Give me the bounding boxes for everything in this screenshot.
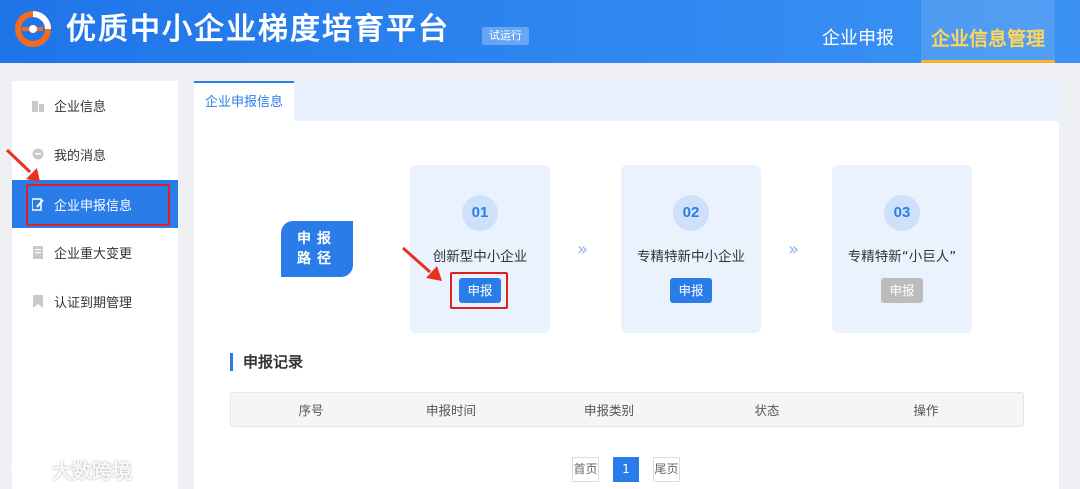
sidebar-item-cert-expiry[interactable]: 认证到期管理 bbox=[12, 277, 178, 325]
records-table-header: 序号 申报时间 申报类别 状态 操作 bbox=[230, 392, 1024, 427]
watermark-text: 大数跨境 bbox=[52, 459, 132, 483]
step-number: 02 bbox=[673, 195, 709, 231]
records-title: 申报记录 bbox=[230, 353, 303, 371]
highlight-box bbox=[26, 184, 170, 226]
column-header: 申报时间 bbox=[425, 403, 476, 418]
chevron-right-icon: » bbox=[577, 239, 588, 260]
trial-badge: 试运行 bbox=[482, 27, 529, 45]
step-number: 01 bbox=[462, 195, 498, 231]
step-number: 03 bbox=[884, 195, 920, 231]
column-header: 状态 bbox=[754, 403, 780, 418]
red-arrow-icon bbox=[5, 148, 40, 182]
watermark-logo-icon bbox=[11, 461, 45, 478]
sidebar-item-enterprise-info[interactable]: 企业信息 bbox=[12, 81, 178, 129]
sidebar-item-label: 企业重大变更 bbox=[54, 246, 133, 262]
apply-button[interactable]: 申报 bbox=[459, 278, 501, 303]
card-specialized-sme: 02 专精特新中小企业 申报 bbox=[621, 165, 761, 333]
nav-enterprise-info-management[interactable]: 企业信息管理 bbox=[921, 0, 1055, 63]
platform-logo-icon bbox=[15, 11, 51, 47]
nav-enterprise-report[interactable]: 企业申报 bbox=[822, 0, 894, 63]
column-header: 序号 bbox=[298, 403, 324, 418]
sidebar-item-label: 我的消息 bbox=[54, 148, 107, 164]
sidebar-item-label: 认证到期管理 bbox=[54, 295, 133, 311]
sidebar-item-major-changes[interactable]: 企业重大变更 bbox=[12, 228, 178, 276]
apply-button[interactable]: 申报 bbox=[670, 278, 712, 303]
bookmark-icon bbox=[33, 294, 43, 308]
chevron-right-icon: » bbox=[788, 239, 799, 260]
sidebar-item-label: 企业信息 bbox=[54, 99, 107, 115]
red-arrow-icon bbox=[402, 246, 442, 281]
column-header: 操作 bbox=[913, 403, 939, 418]
tab-enterprise-report-info[interactable]: 企业申报信息 bbox=[194, 81, 295, 121]
document-icon bbox=[33, 245, 43, 259]
sidebar-item-enterprise-report-info[interactable]: 企业申报信息 bbox=[12, 180, 178, 228]
site-title: 优质中小企业梯度培育平台 bbox=[66, 12, 450, 47]
watermark: 大数跨境 bbox=[10, 455, 132, 484]
pagination-last[interactable]: 尾页 bbox=[653, 457, 680, 482]
card-title: 专精特新中小企业 bbox=[637, 249, 745, 265]
tab-bar: 企业申报信息 bbox=[194, 81, 1059, 121]
report-path-label: 申报 路径 bbox=[281, 221, 353, 277]
apply-button-disabled[interactable]: 申报 bbox=[881, 278, 923, 303]
pagination-first[interactable]: 首页 bbox=[572, 457, 599, 482]
sidebar: 企业信息 我的消息 企业申报信息 企业重大变更 认证到期管理 bbox=[12, 81, 178, 489]
card-title: 专精特新“小巨人” bbox=[847, 249, 957, 265]
building-icon bbox=[32, 100, 44, 112]
main-panel: 企业申报信息 申报 路径 01 创新型中小企业 申报 » 02 专精特新中小企业… bbox=[194, 81, 1059, 489]
top-header: 优质中小企业梯度培育平台 试运行 企业申报 企业信息管理 bbox=[0, 0, 1080, 63]
column-header: 申报类别 bbox=[583, 403, 634, 418]
pagination-page-1[interactable]: 1 bbox=[613, 457, 639, 482]
path-label-line-2: 路径 bbox=[297, 251, 337, 267]
card-little-giant: 03 专精特新“小巨人” 申报 bbox=[832, 165, 972, 333]
path-label-line-1: 申报 bbox=[297, 231, 337, 247]
